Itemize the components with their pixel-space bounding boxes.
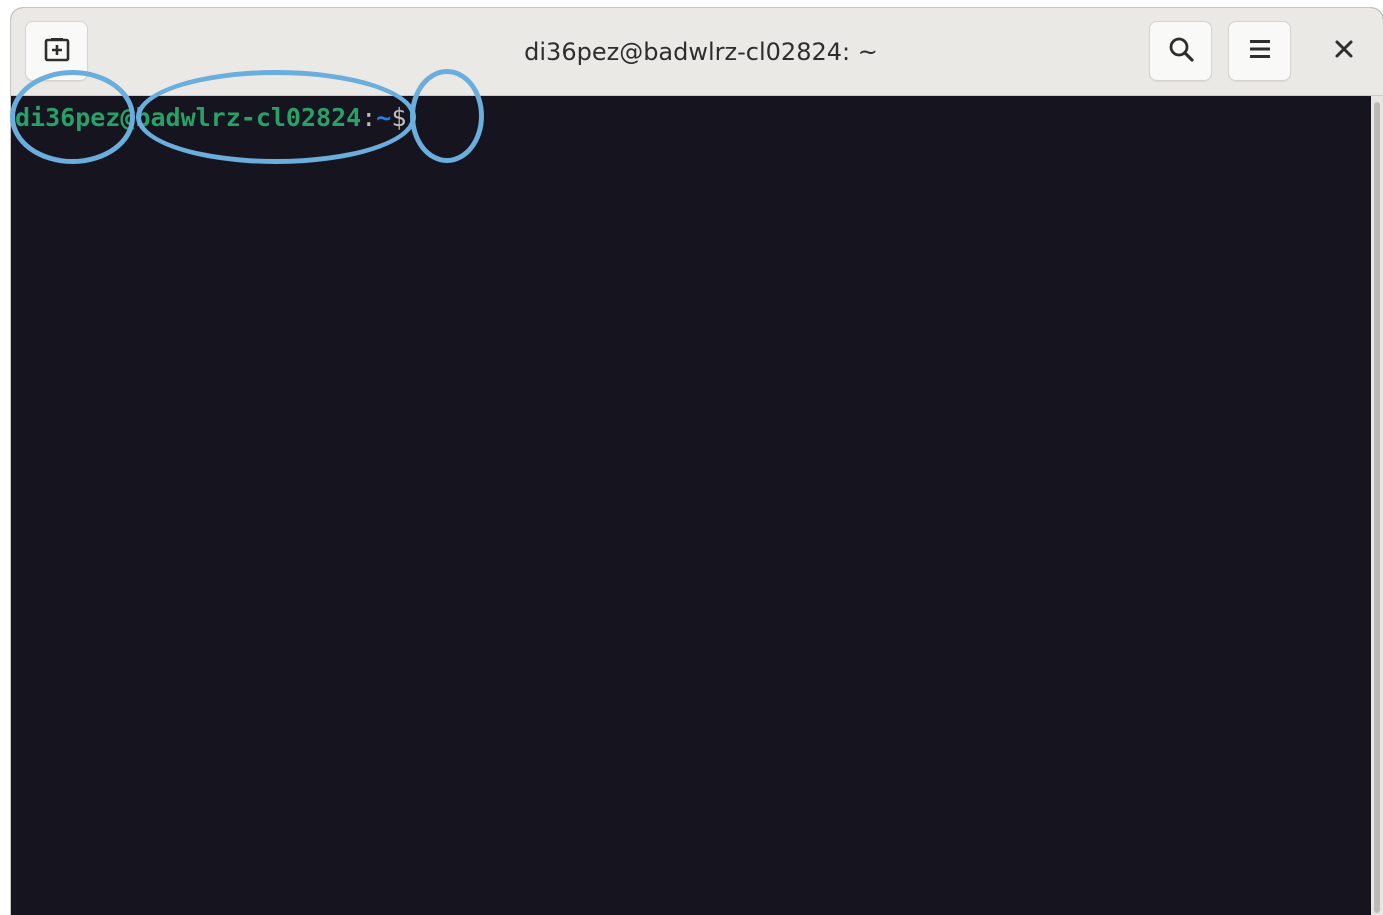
scrollbar-thumb[interactable] bbox=[1374, 102, 1380, 913]
main-menu-button[interactable] bbox=[1228, 21, 1291, 81]
window-title: di36pez@badwlrz-cl02824: ~ bbox=[524, 38, 878, 66]
tab-new-icon bbox=[43, 35, 71, 67]
hamburger-menu-icon bbox=[1248, 37, 1272, 65]
prompt-directory: ~ bbox=[376, 103, 392, 132]
prompt-colon: : bbox=[361, 103, 377, 132]
new-tab-button[interactable] bbox=[25, 21, 88, 81]
terminal-area[interactable]: di36pez@badwlrz-cl02824:~$ bbox=[11, 96, 1371, 915]
search-icon bbox=[1167, 35, 1195, 67]
prompt-user: di36pez bbox=[15, 103, 121, 132]
terminal-window: di36pez@badwlrz-cl02824: ~ di36pez@badwl… bbox=[11, 8, 1383, 915]
search-button[interactable] bbox=[1149, 21, 1212, 81]
close-button[interactable] bbox=[1317, 21, 1371, 81]
vertical-scrollbar[interactable] bbox=[1371, 96, 1383, 915]
prompt-symbol: $ bbox=[391, 103, 407, 132]
shell-prompt: di36pez@badwlrz-cl02824:~$ bbox=[15, 102, 406, 134]
header-bar: di36pez@badwlrz-cl02824: ~ bbox=[11, 8, 1383, 96]
prompt-host: badwlrz-cl02824 bbox=[135, 103, 362, 132]
close-icon bbox=[1334, 39, 1354, 63]
prompt-at: @ bbox=[120, 103, 136, 132]
